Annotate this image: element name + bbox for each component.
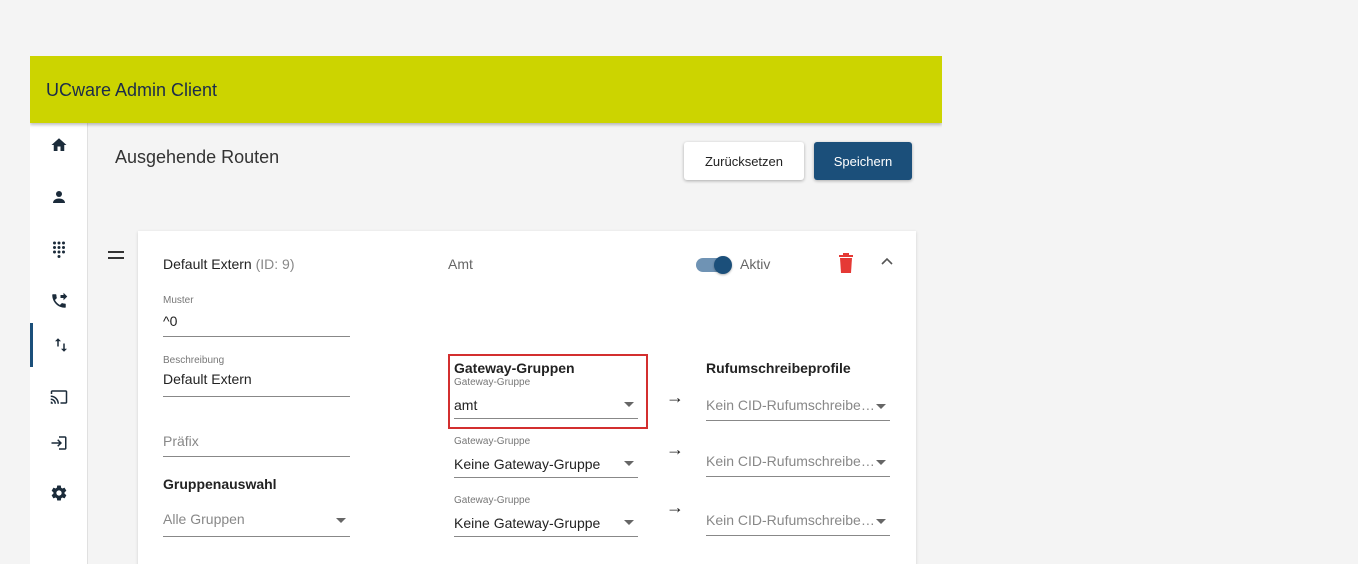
beschreibung-label: Beschreibung [163,355,225,366]
phone-forward-icon [52,292,68,308]
gateway-label-2: Gateway-Gruppe [454,436,531,447]
gateway-select-3[interactable]: Gateway-Gruppe Keine Gateway-Gruppe [454,495,638,537]
chevron-up-icon[interactable] [880,255,894,269]
profile-value-2: Kein CID-Rufumschreibe… [706,453,875,469]
muster-label: Muster [163,295,194,306]
profile-value-1: Kein CID-Rufumschreibe… [706,397,875,413]
arrow-icon: → [666,497,684,517]
top-bar: UCware Admin Client [30,56,942,123]
chevron-down-icon [624,520,634,525]
sidebar-item-settings[interactable] [30,471,88,515]
chevron-down-icon [336,518,346,523]
sidebar-item-dialpad[interactable] [30,227,88,271]
sidebar-item-routes[interactable] [30,323,88,367]
dialpad-icon [53,241,65,258]
cast-icon [50,390,68,404]
home-icon [51,138,67,151]
profile-title: Rufumschreibeprofile [706,360,851,376]
gateway-title: Gateway-Gruppen [454,360,575,376]
profile-value-3: Kein CID-Rufumschreibe… [706,512,875,528]
sidebar-item-users[interactable] [30,175,88,219]
gateway-select-1[interactable]: Gateway-Gruppe amt [454,377,638,419]
route-card: Default Extern (ID: 9) Amt Aktiv Muster … [138,231,916,564]
sidebar-item-call-forward[interactable] [30,279,88,323]
sidebar-item-login[interactable] [30,421,88,465]
login-icon [51,436,67,450]
profile-select-2[interactable]: Kein CID-Rufumschreibe… [706,451,890,477]
route-name: Default Extern (ID: 9) [163,256,295,272]
route-name-text: Default Extern [163,256,252,272]
active-label: Aktiv [740,256,771,272]
gateway-select-2[interactable]: Gateway-Gruppe Keine Gateway-Gruppe [454,436,638,478]
app-window: UCware Admin Client Ausgehende Routen Zu… [30,56,942,564]
reset-button[interactable]: Zurücksetzen [684,142,804,180]
arrow-icon: → [666,387,684,407]
route-id: (ID: 9) [255,256,295,272]
muster-field[interactable]: Muster ^0 [163,295,350,337]
sidebar-item-home[interactable] [30,123,88,167]
route-type: Amt [448,256,473,272]
profile-select-3[interactable]: Kein CID-Rufumschreibe… [706,510,890,536]
gateway-value-3: Keine Gateway-Gruppe [454,515,601,531]
praefix-placeholder: Präfix [163,433,199,449]
praefix-field[interactable]: Präfix [163,431,350,457]
chevron-down-icon [624,402,634,407]
muster-value: ^0 [163,313,178,329]
gruppenauswahl-title: Gruppenauswahl [163,476,277,492]
beschreibung-value: Default Extern [163,371,252,387]
chevron-down-icon [624,461,634,466]
trash-icon[interactable] [838,253,854,273]
user-icon [53,191,65,203]
main-content: Ausgehende Routen Zurücksetzen Speichern… [88,123,942,564]
gateway-label-1: Gateway-Gruppe [454,377,531,388]
beschreibung-field[interactable]: Beschreibung Default Extern [163,355,350,397]
profile-select-1[interactable]: Kein CID-Rufumschreibe… [706,395,890,421]
chevron-down-icon [876,404,886,409]
drag-handle-icon[interactable] [108,251,124,261]
sidebar [30,123,88,564]
chevron-down-icon [876,519,886,524]
sidebar-item-cast[interactable] [30,375,88,419]
gateway-value-1: amt [454,397,478,413]
gruppenauswahl-value: Alle Gruppen [163,511,245,527]
routes-icon [54,338,67,352]
arrow-icon: → [666,439,684,459]
gateway-value-2: Keine Gateway-Gruppe [454,456,601,472]
gear-icon [51,485,67,501]
save-button[interactable]: Speichern [814,142,912,180]
chevron-down-icon [876,460,886,465]
page-title: Ausgehende Routen [115,147,280,167]
active-toggle[interactable] [696,256,734,274]
app-title: UCware Admin Client [46,80,218,100]
gateway-label-3: Gateway-Gruppe [454,495,531,506]
gruppenauswahl-select[interactable]: Alle Gruppen [163,509,350,537]
